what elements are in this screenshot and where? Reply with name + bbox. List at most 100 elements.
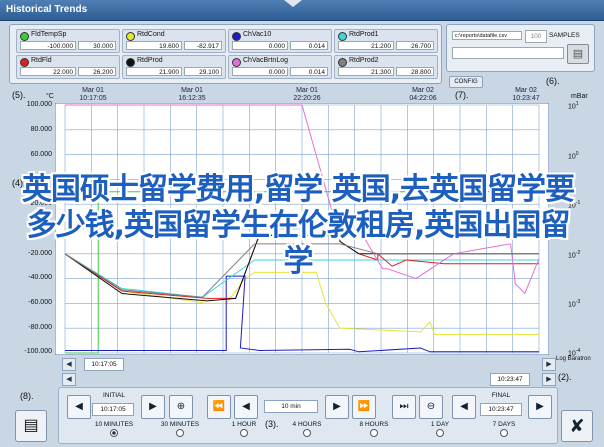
channel-max-field[interactable]: 26.700 bbox=[396, 41, 434, 50]
channel-min-field[interactable]: 22.000 bbox=[20, 67, 76, 76]
channel-max-field[interactable]: 30.000 bbox=[78, 41, 116, 50]
channel-name: ChVacBrtnLog bbox=[243, 57, 289, 64]
channel-name: ChVac10 bbox=[243, 31, 272, 38]
time-label-2: Mar 01 16:12:35 bbox=[178, 87, 206, 102]
channel-min-field[interactable]: 21.900 bbox=[126, 67, 182, 76]
interval-field[interactable]: 10 min bbox=[264, 400, 318, 413]
step-forward-button[interactable]: ▶ bbox=[325, 395, 349, 419]
fast-forward-button[interactable]: ⏩ bbox=[352, 395, 376, 419]
channel-min-field[interactable]: 19.600 bbox=[126, 41, 182, 50]
callout-6: (6). bbox=[546, 76, 560, 86]
callout-8: (8). bbox=[20, 391, 34, 401]
callout-7: (7). bbox=[455, 90, 469, 100]
channel-color-dot bbox=[126, 32, 135, 41]
config-button[interactable]: CONFIG bbox=[449, 76, 483, 88]
right-axis-unit: mBar bbox=[571, 93, 588, 100]
time-label-3: Mar 01 22:20:26 bbox=[293, 87, 321, 102]
channel-min-field[interactable]: -100.000 bbox=[20, 41, 76, 50]
channel-rtdfld[interactable]: RtdFld 22.000 26.200 bbox=[16, 55, 120, 79]
scroll-left-arrow-icon-2[interactable]: ◀ bbox=[62, 373, 76, 386]
scroll-start-time[interactable]: 10:17:05 bbox=[84, 358, 124, 371]
channel-rtdprod2[interactable]: RtdProd2 21.300 28.800 bbox=[334, 55, 438, 79]
log-baratron-label: Log Baratron bbox=[556, 356, 591, 362]
final-back-button[interactable]: ◀ bbox=[452, 395, 476, 419]
initial-forward-button[interactable]: ▶ bbox=[141, 395, 165, 419]
range-radio-8-hours[interactable]: 8 HOURS bbox=[339, 421, 409, 437]
channel-max-field[interactable]: 0.014 bbox=[290, 41, 328, 50]
channel-max-field[interactable]: 26.200 bbox=[78, 67, 116, 76]
channel-min-field[interactable]: 21.200 bbox=[338, 41, 394, 50]
channel-max-field[interactable]: 28.800 bbox=[396, 67, 434, 76]
channel-max-field[interactable]: -82.917 bbox=[184, 41, 222, 50]
y-tick-label: -80.000 bbox=[28, 324, 52, 331]
step-back-button[interactable]: ◀ bbox=[234, 395, 258, 419]
channel-chvacbrtnlog[interactable]: ChVacBrtnLog 0.000 0.014 bbox=[228, 55, 332, 79]
run-icon[interactable]: ✘ bbox=[561, 410, 593, 442]
zoom-in-icon[interactable]: ⊕ bbox=[169, 395, 193, 419]
initial-label: INITIAL bbox=[102, 392, 126, 399]
channel-name: RtdFld bbox=[31, 57, 52, 64]
range-radio-10-minutes[interactable]: 10 MINUTES bbox=[79, 421, 149, 437]
callout-5: (5). bbox=[12, 90, 26, 100]
initial-back-button[interactable]: ◀ bbox=[67, 395, 91, 419]
zoom-out-icon[interactable]: ⊖ bbox=[419, 395, 443, 419]
channel-name: FldTempSp bbox=[31, 31, 67, 38]
collapse-arrow-icon[interactable] bbox=[284, 0, 302, 7]
initial-time-field[interactable]: 10:17:05 bbox=[92, 403, 134, 416]
channel-rtdcond[interactable]: RtdCond 19.600 -82.917 bbox=[122, 29, 226, 53]
floppy-disk-icon[interactable]: ▤ bbox=[567, 44, 589, 64]
callout-3: (3). bbox=[265, 419, 279, 429]
y-tick-label: 80.000 bbox=[30, 126, 52, 133]
right-tick-label: 10-3 bbox=[568, 299, 581, 309]
channel-name: RtdProd2 bbox=[349, 57, 379, 64]
scroll-left-arrow-icon[interactable]: ◀ bbox=[62, 358, 76, 371]
final-forward-button[interactable]: ▶ bbox=[528, 395, 552, 419]
range-radio-30-minutes[interactable]: 30 MINUTES bbox=[145, 421, 215, 437]
channel-color-dot bbox=[232, 58, 241, 67]
y-tick-label: -60.000 bbox=[28, 299, 52, 306]
time-label-1: Mar 01 10:17:05 bbox=[79, 87, 107, 102]
channel-panel: FldTempSp -100.000 30.000 RtdCond 19.600… bbox=[9, 24, 442, 84]
time-label-5: Mar 02 10:23:47 bbox=[512, 87, 540, 102]
right-tick-label: 100 bbox=[568, 151, 579, 161]
channel-min-field[interactable]: 0.000 bbox=[232, 41, 288, 50]
samples-panel: c:\reports\datafile.csv 100 SAMPLES ▤ bbox=[446, 24, 595, 72]
scroll-right-arrow-icon-2[interactable]: ▶ bbox=[542, 373, 556, 386]
samples-field[interactable]: 100 bbox=[525, 30, 547, 43]
scroll-right-arrow-icon[interactable]: ▶ bbox=[542, 358, 556, 371]
channel-min-field[interactable]: 0.000 bbox=[232, 67, 288, 76]
channel-rtdprod1[interactable]: RtdProd1 21.200 26.700 bbox=[334, 29, 438, 53]
channel-max-field[interactable]: 29.100 bbox=[184, 67, 222, 76]
final-time-field[interactable]: 10:23:47 bbox=[480, 403, 522, 416]
window-titlebar: Historical Trends bbox=[0, 0, 604, 21]
range-radio-4-hours[interactable]: 4 HOURS bbox=[272, 421, 342, 437]
left-axis-unit: °C bbox=[46, 93, 54, 100]
channel-rtdprod[interactable]: RtdProd 21.900 29.100 bbox=[122, 55, 226, 79]
print-icon[interactable]: ▤ bbox=[15, 410, 47, 442]
channel-name: RtdProd1 bbox=[349, 31, 379, 38]
skip-to-end-button[interactable]: ⏭ bbox=[392, 395, 416, 419]
y-tick-label: -100.000 bbox=[24, 348, 52, 355]
window-title: Historical Trends bbox=[6, 4, 88, 15]
channel-min-field[interactable]: 21.300 bbox=[338, 67, 394, 76]
range-radio-1-day[interactable]: 1 DAY bbox=[405, 421, 475, 437]
range-radio-7-days[interactable]: 7 DAYS bbox=[469, 421, 539, 437]
time-label-4: Mar 02 04:22:06 bbox=[409, 87, 437, 102]
final-label: FINAL bbox=[491, 392, 511, 399]
channel-color-dot bbox=[126, 58, 135, 67]
channel-color-dot bbox=[20, 58, 29, 67]
y-tick-label: 100.000 bbox=[26, 101, 52, 108]
channel-fldtempsp[interactable]: FldTempSp -100.000 30.000 bbox=[16, 29, 120, 53]
time-controls-panel: ◀ INITIAL 10:17:05 ▶ ⊕ ⏪ ◀ 10 min ▶ ⏩ ⏭ … bbox=[58, 387, 558, 444]
channel-chvac10[interactable]: ChVac10 0.000 0.014 bbox=[228, 29, 332, 53]
file-path-field[interactable]: c:\reports\datafile.csv bbox=[452, 31, 522, 40]
y-tick-label: 60.000 bbox=[30, 151, 52, 158]
scroll-end-time[interactable]: 10:23:47 bbox=[490, 373, 530, 386]
callout-2: (2). bbox=[558, 372, 572, 382]
samples-label: SAMPLES bbox=[549, 32, 580, 39]
channel-max-field[interactable]: 0.014 bbox=[290, 67, 328, 76]
right-tick-label: 101 bbox=[568, 101, 579, 111]
watermark-text: 英国硕士留学费用,留学 英国,去英国留学要多少钱,英国留学生在伦敦租房,英国出国… bbox=[21, 172, 575, 279]
rewind-button[interactable]: ⏪ bbox=[207, 395, 231, 419]
channel-color-dot bbox=[232, 32, 241, 41]
